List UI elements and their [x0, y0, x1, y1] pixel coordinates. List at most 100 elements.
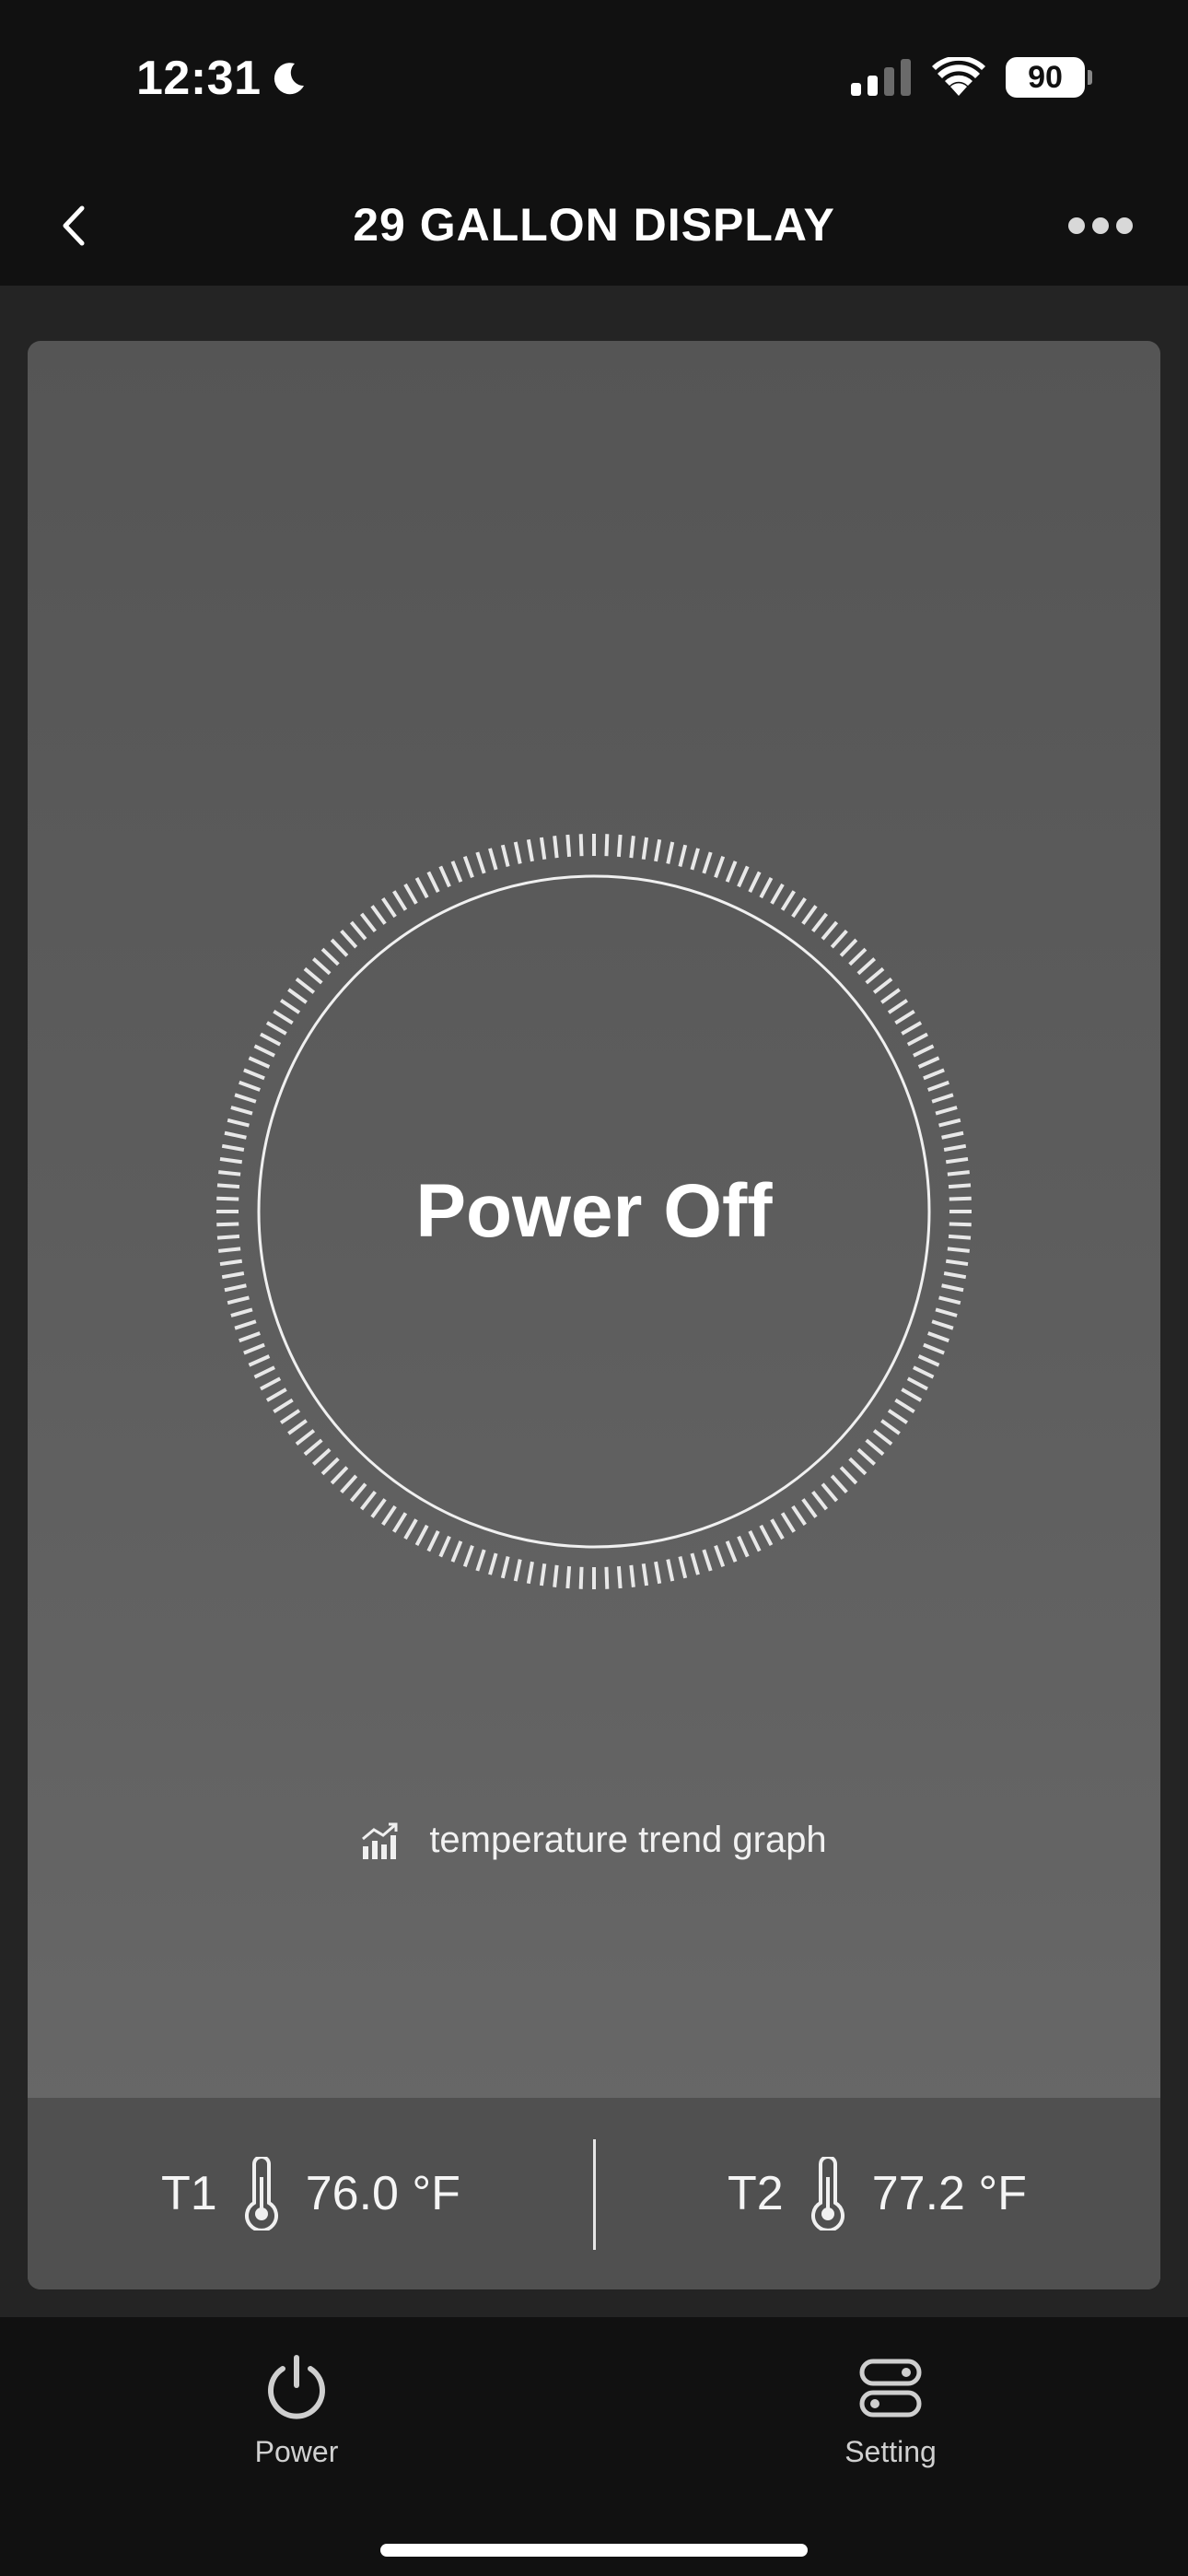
dial-tick — [913, 1044, 935, 1058]
tab-setting[interactable]: Setting — [771, 2354, 1010, 2469]
dial-tick — [578, 834, 584, 857]
dial-tick — [935, 1106, 958, 1116]
bottom-tab-bar: Power Setting — [0, 2317, 1188, 2576]
dial-tick — [641, 837, 649, 861]
device-card: Power Off temperature trend graph T1 76.… — [28, 341, 1160, 2289]
dial-tick — [488, 1552, 498, 1575]
dial-tick — [737, 865, 750, 888]
navigation-bar: 29 GALLON DISPLAY — [0, 161, 1188, 286]
dial-tick — [279, 999, 301, 1014]
dial-tick — [426, 1530, 440, 1552]
battery-indicator: 90 — [1006, 57, 1092, 98]
dial-tick — [894, 1398, 915, 1413]
dial-tick — [848, 1457, 868, 1476]
dial-tick — [243, 1342, 265, 1355]
dial-tick — [629, 836, 635, 859]
dial-tick — [227, 1295, 250, 1306]
dial-tick — [219, 1259, 243, 1267]
dial-tick — [872, 978, 893, 994]
dial-tick — [565, 834, 572, 858]
cellular-signal-icon — [851, 59, 911, 96]
power-dial[interactable]: Power Off — [212, 829, 976, 1594]
dial-tick — [230, 1307, 253, 1317]
dial-tick — [935, 1307, 958, 1317]
dial-tick — [438, 1535, 451, 1558]
dial-tick — [239, 1331, 261, 1343]
dial-tick — [526, 1561, 534, 1585]
more-dot — [1116, 217, 1133, 234]
dial-tick — [248, 1056, 271, 1069]
thermometer-icon — [810, 2157, 844, 2231]
dial-tick — [565, 1565, 572, 1589]
dial-tick — [830, 929, 848, 949]
dial-tick — [426, 871, 440, 893]
dial-tick — [340, 929, 358, 949]
page-title: 29 GALLON DISPLAY — [353, 199, 835, 251]
dial-tick — [839, 1466, 858, 1485]
dial-tick — [927, 1080, 949, 1092]
dial-tick — [438, 865, 451, 888]
dial-tick — [273, 1398, 294, 1413]
dial-tick — [616, 834, 623, 858]
more-dot — [1092, 217, 1109, 234]
dial-tick — [303, 966, 323, 985]
dial-tick — [370, 905, 387, 925]
dial-tick — [330, 1466, 349, 1485]
dial-tick — [553, 836, 559, 859]
dial-tick — [801, 1498, 818, 1518]
dial-tick — [629, 1564, 635, 1587]
more-button[interactable] — [1050, 189, 1151, 263]
dial-tick — [856, 957, 877, 976]
dial-tick — [239, 1080, 261, 1092]
dial-tick — [821, 1482, 839, 1503]
dial-tick — [690, 848, 700, 871]
dial-tick — [221, 1143, 245, 1152]
dial-tick — [887, 999, 909, 1014]
more-dot — [1068, 217, 1085, 234]
dial-tick — [303, 1438, 323, 1457]
temperature-panel: T1 76.0 °F T2 77.2 °F — [28, 2098, 1160, 2289]
dial-tick — [330, 938, 349, 957]
dial-tick — [224, 1130, 247, 1140]
dial-tick — [923, 1342, 945, 1355]
dial-tick — [243, 1068, 265, 1081]
dial-tick — [539, 837, 547, 861]
dial-tick — [887, 1409, 909, 1424]
status-bar: 12:31 90 — [0, 0, 1188, 161]
dial-tick — [234, 1319, 257, 1330]
temperature-trend-link[interactable]: temperature trend graph — [28, 1820, 1160, 1861]
power-status: Power Off — [415, 1169, 773, 1253]
dial-tick — [945, 1259, 969, 1267]
dial-tick — [227, 1118, 250, 1128]
dial-tick — [748, 871, 762, 893]
dial-tick — [714, 1545, 726, 1567]
sensor-name: T2 — [728, 2167, 784, 2220]
dial-tick — [901, 1021, 923, 1036]
dial-tick — [839, 938, 858, 957]
trend-graph-icon — [362, 1822, 398, 1859]
dial-tick — [856, 1447, 877, 1466]
status-time: 12:31 — [136, 52, 262, 105]
dial-tick — [943, 1271, 967, 1280]
dial-tick — [513, 841, 522, 864]
dial-tick — [475, 851, 486, 874]
dial-tick — [253, 1044, 275, 1058]
dial-tick — [381, 896, 397, 919]
sensor-value: 77.2 °F — [871, 2167, 1027, 2220]
dial-tick — [539, 1563, 547, 1587]
dial-tick — [248, 1354, 271, 1367]
dial-tick — [462, 856, 474, 878]
dial-tick — [349, 1482, 367, 1503]
tab-power[interactable]: Power — [177, 2354, 416, 2469]
dial-tick — [219, 1156, 243, 1165]
dial-tick — [349, 920, 367, 941]
tab-label: Power — [254, 2435, 339, 2468]
dial-tick — [221, 1271, 245, 1280]
dial-tick — [295, 978, 316, 994]
dial-tick — [265, 1021, 287, 1036]
dial-tick — [811, 1490, 828, 1511]
dial-tick — [923, 1068, 945, 1081]
dial-tick — [253, 1365, 275, 1379]
dial-tick — [224, 1283, 247, 1293]
status-indicators: 90 — [851, 57, 1092, 98]
